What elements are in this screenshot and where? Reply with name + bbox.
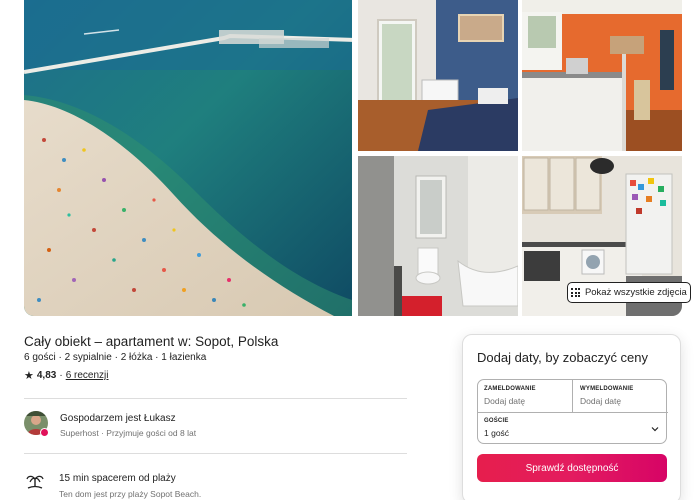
photo-aerial-beach[interactable] (24, 0, 352, 316)
highlight-title: 15 min spacerem od plaży (59, 473, 176, 484)
guests-label: GOŚCIE (484, 418, 509, 424)
booking-title: Dodaj daty, by zobaczyć ceny (477, 350, 649, 365)
photo-bathroom[interactable] (358, 156, 518, 316)
photo-gallery: Pokaż wszystkie zdjęcia (24, 0, 691, 316)
grid-dots-icon (571, 288, 580, 297)
rating-separator: · (59, 370, 63, 381)
booking-fields: ZAMELDOWANIE Dodaj datę WYMELDOWANIE Dod… (477, 379, 668, 445)
listing-meta: 6 gości · 2 sypialnie · 2 łóżka · 1 łazi… (24, 352, 207, 363)
checkout-label: WYMELDOWANIE (580, 386, 634, 392)
host-name: Gospodarzem jest Łukasz (60, 413, 176, 424)
beach-highlight: 15 min spacerem od plaży Ten dom jest pr… (26, 472, 201, 499)
chevron-down-icon (651, 427, 659, 432)
superhost-badge-icon (40, 428, 49, 437)
host-section: Gospodarzem jest Łukasz Superhost · Przy… (24, 411, 196, 438)
check-availability-button[interactable]: Sprawdź dostępność (477, 454, 667, 482)
star-icon: ★ (24, 370, 34, 382)
checkin-field[interactable]: ZAMELDOWANIE Dodaj datę (478, 380, 573, 413)
divider (24, 398, 407, 399)
palm-tree-icon (26, 475, 44, 489)
reviews-link[interactable]: 6 recenzji (66, 370, 109, 381)
show-all-photos-button[interactable]: Pokaż wszystkie zdjęcia (567, 282, 691, 303)
guests-field[interactable]: GOŚCIE 1 gość (478, 413, 668, 445)
guests-value: 1 gość (484, 428, 510, 438)
checkin-label: ZAMELDOWANIE (484, 386, 536, 392)
listing-title: Cały obiekt – apartament w: Sopot, Polsk… (24, 334, 279, 349)
checkin-value: Dodaj datę (484, 396, 526, 406)
highlight-subtitle: Ten dom jest przy plaży Sopot Beach. (59, 489, 202, 499)
photo-bedroom[interactable] (358, 0, 518, 151)
rating-row: ★ 4,83 · 6 recenzji (24, 369, 109, 382)
host-subtitle: Superhost · Przyjmuje gości od 8 lat (60, 428, 197, 438)
photo-kitchen[interactable] (522, 0, 682, 151)
divider (24, 453, 407, 454)
checkout-field[interactable]: WYMELDOWANIE Dodaj datę (573, 380, 668, 413)
booking-card: Dodaj daty, by zobaczyć ceny ZAMELDOWANI… (462, 334, 681, 500)
rating-value: 4,83 (36, 370, 57, 381)
show-all-photos-label: Pokaż wszystkie zdjęcia (584, 287, 687, 298)
checkout-value: Dodaj datę (580, 396, 622, 406)
